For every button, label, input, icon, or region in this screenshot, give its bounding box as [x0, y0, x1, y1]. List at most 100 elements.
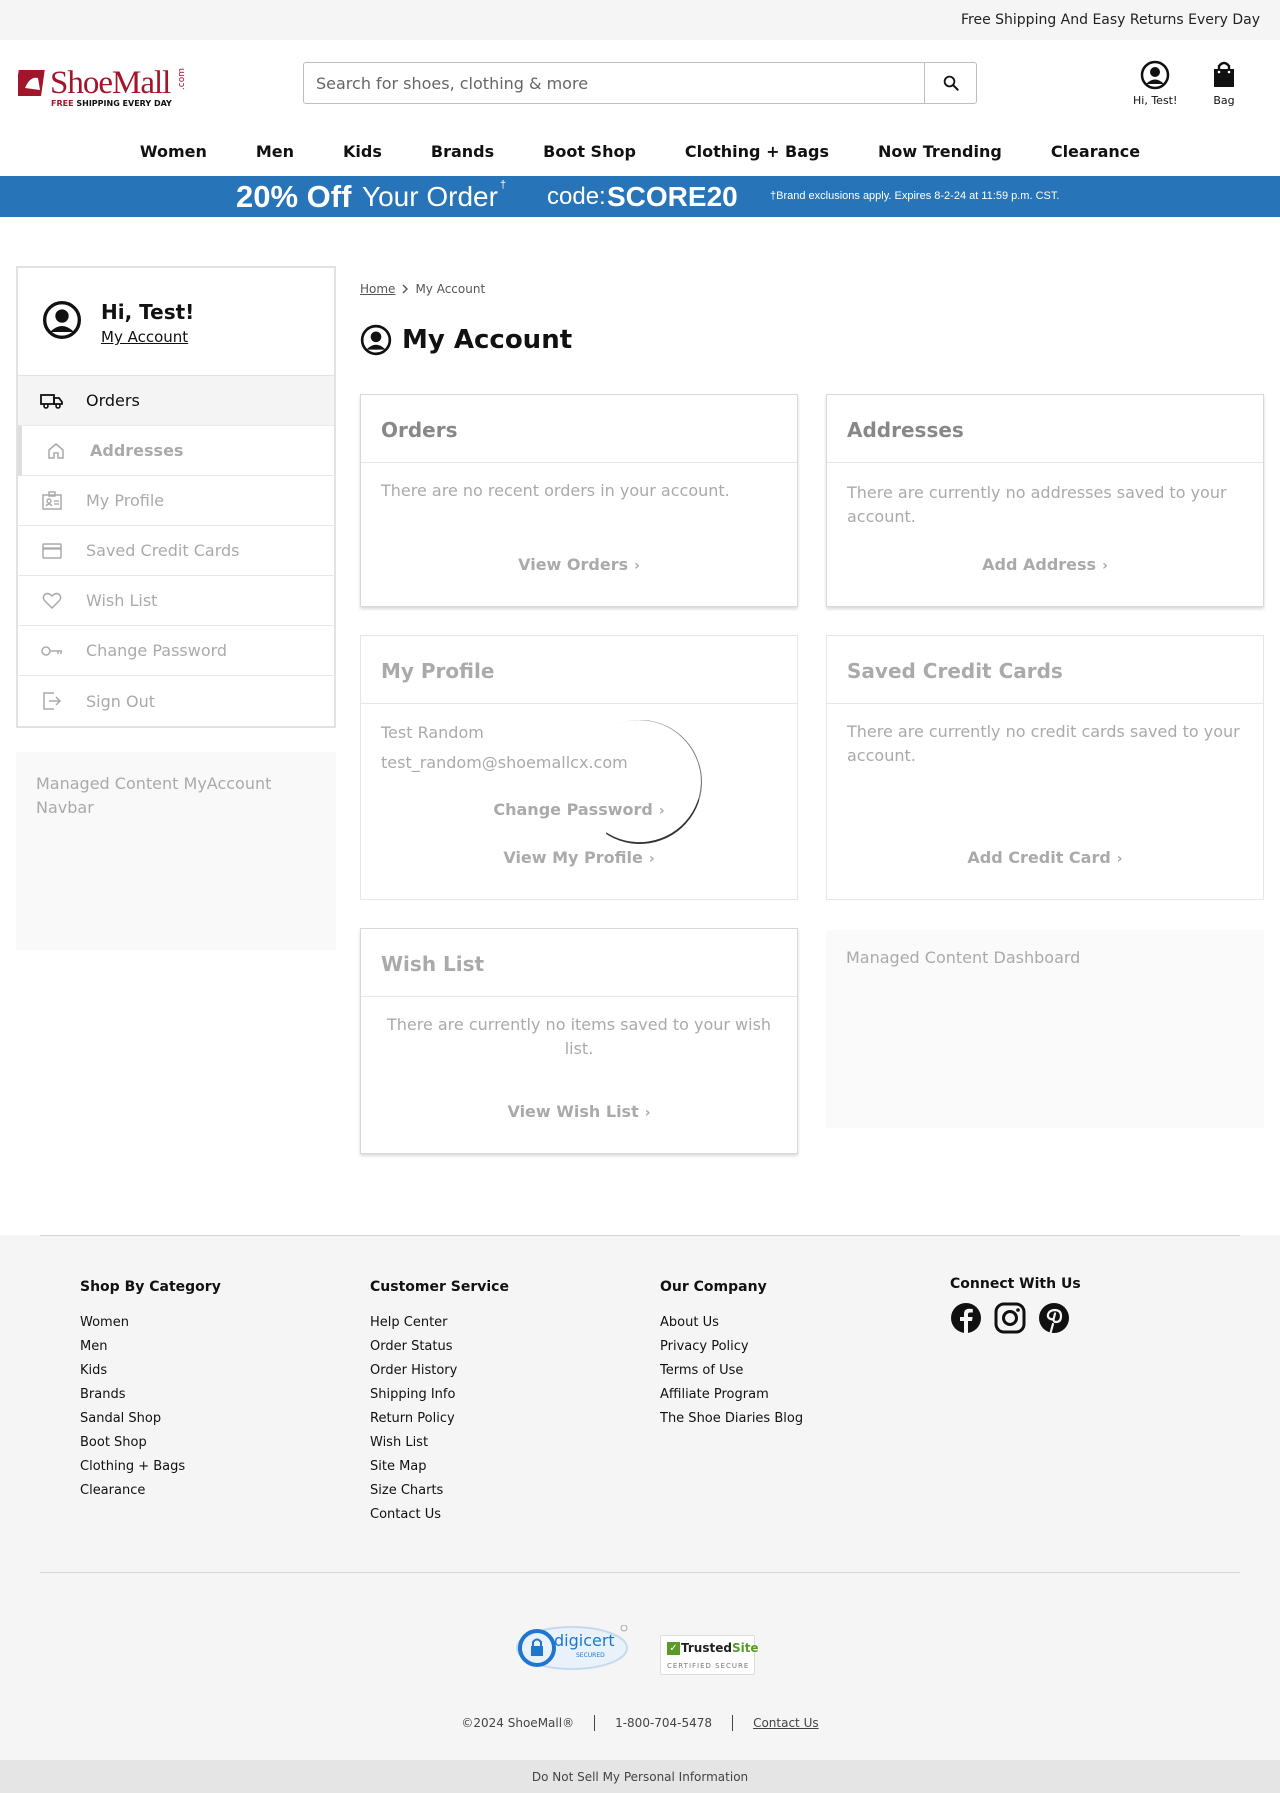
footer-link[interactable]: Brands — [80, 1383, 221, 1407]
digicert-text: digicert — [554, 1631, 615, 1650]
card-body: There are currently no credit cards save… — [847, 722, 1240, 765]
breadcrumb-home[interactable]: Home — [360, 282, 395, 296]
footer-link[interactable]: Affiliate Program — [660, 1383, 803, 1407]
footer-col-our-company: Our Company About Us Privacy Policy Term… — [660, 1279, 803, 1431]
instagram-icon[interactable] — [994, 1302, 1026, 1334]
footer-link[interactable]: Order History — [370, 1359, 509, 1383]
footer-col-title: Customer Service — [370, 1279, 509, 1295]
footer-link[interactable]: Wish List — [370, 1431, 509, 1455]
sidebar-greeting: Hi, Test! — [101, 300, 195, 324]
shoemall-logo[interactable]: ShoeMall .com FREE SHIPPING EVERY DAY — [18, 66, 187, 110]
view-my-profile-link[interactable]: View My Profile › — [361, 848, 797, 867]
shopping-bag-icon — [1214, 61, 1234, 87]
pinterest-icon[interactable] — [1038, 1302, 1070, 1334]
footer-link[interactable]: Clothing + Bags — [80, 1455, 221, 1479]
footer-link[interactable]: Contact Us — [370, 1503, 509, 1527]
nav-clearance[interactable]: Clearance — [1026, 142, 1164, 161]
shipping-message: Free Shipping And Easy Returns Every Day — [960, 12, 1260, 28]
logo-tag-free: FREE — [51, 99, 74, 108]
nav-women[interactable]: Women — [115, 142, 231, 161]
search-input[interactable] — [304, 63, 924, 103]
nav-now-trending[interactable]: Now Trending — [854, 142, 1027, 161]
truck-icon — [40, 393, 63, 409]
footer-link[interactable]: Site Map — [370, 1455, 509, 1479]
facebook-icon[interactable] — [950, 1302, 982, 1334]
do-not-sell-link[interactable]: Do Not Sell My Personal Information — [532, 1770, 748, 1784]
footer-link[interactable]: Clearance — [80, 1479, 221, 1503]
do-not-sell-bar[interactable]: Do Not Sell My Personal Information — [0, 1760, 1280, 1793]
footer-col-title: Connect With Us — [950, 1276, 1081, 1292]
card-title: Wish List — [361, 929, 797, 997]
footer-link[interactable]: Help Center — [370, 1311, 509, 1335]
contact-us-link[interactable]: Contact Us — [753, 1716, 819, 1730]
view-orders-link[interactable]: View Orders › — [361, 555, 797, 574]
trustedsite-sub: CERTIFIED SECURE — [667, 1662, 750, 1670]
view-wish-list-link[interactable]: View Wish List › — [361, 1102, 797, 1121]
heart-icon — [42, 592, 62, 609]
site-header: ShoeMall .com FREE SHIPPING EVERY DAY Hi… — [0, 40, 1280, 126]
bag-button[interactable]: Bag — [1211, 60, 1237, 107]
sidebar-item-wish-list[interactable]: Wish List — [18, 576, 334, 626]
footer-link[interactable]: Privacy Policy — [660, 1335, 803, 1359]
managed-content-dashboard: Managed Content Dashboard — [826, 930, 1264, 1128]
footer-link[interactable]: Men — [80, 1335, 221, 1359]
promo-dagger: † — [500, 179, 507, 191]
footer-link[interactable]: Boot Shop — [80, 1431, 221, 1455]
link-label: View Orders — [518, 555, 629, 574]
sidebar-item-label: Orders — [86, 391, 140, 410]
trustedsite-seal[interactable]: ✓ TrustedSite CERTIFIED SECURE — [660, 1635, 759, 1675]
add-credit-card-link[interactable]: Add Credit Card › — [827, 848, 1263, 867]
sidebar-item-change-password[interactable]: Change Password — [18, 626, 334, 676]
change-password-link[interactable]: Change Password › — [361, 800, 797, 819]
trust-badges: digicert SECURED ✓ TrustedSite CERTIFIED… — [0, 1624, 1280, 1675]
sidebar-item-addresses[interactable]: Addresses — [18, 426, 334, 476]
link-label: View My Profile — [503, 848, 643, 867]
footer-link[interactable]: Order Status — [370, 1335, 509, 1359]
footer-link[interactable]: Sandal Shop — [80, 1407, 221, 1431]
logo-tag-rest: SHIPPING EVERY DAY — [76, 99, 172, 108]
footer-link[interactable]: Women — [80, 1311, 221, 1335]
shoemall-logo-icon — [18, 70, 45, 96]
sidebar-item-orders[interactable]: Orders — [18, 376, 334, 426]
footer-link[interactable]: About Us — [660, 1311, 803, 1335]
trustedsite-name-a: Trusted — [681, 1641, 732, 1655]
card-title: Addresses — [827, 395, 1263, 463]
sidebar-item-my-profile[interactable]: My Profile — [18, 476, 334, 526]
promo-banner[interactable]: 20% Off Your Order † code: SCORE20 †Bran… — [0, 176, 1280, 217]
card-body: There are currently no addresses saved t… — [847, 483, 1227, 526]
sidebar-item-label: Change Password — [86, 641, 228, 660]
add-address-link[interactable]: Add Address › — [827, 555, 1263, 574]
wish-list-card: Wish List There are currently no items s… — [360, 928, 798, 1154]
nav-men[interactable]: Men — [231, 142, 318, 161]
card-title: Orders — [361, 395, 797, 463]
nav-boot-shop[interactable]: Boot Shop — [519, 142, 661, 161]
digicert-seal[interactable]: digicert SECURED — [514, 1624, 630, 1675]
bag-label: Bag — [1213, 94, 1235, 107]
footer-link[interactable]: Size Charts — [370, 1479, 509, 1503]
breadcrumb: Home My Account — [360, 282, 485, 296]
footer-link[interactable]: The Shoe Diaries Blog — [660, 1407, 803, 1431]
nav-clothing-bags[interactable]: Clothing + Bags — [660, 142, 853, 161]
search-icon — [943, 75, 959, 91]
sidebar-header: Hi, Test! My Account — [18, 268, 334, 376]
account-button[interactable]: Hi, Test! — [1133, 60, 1177, 107]
footer-link[interactable]: Kids — [80, 1359, 221, 1383]
sidebar-item-saved-credit-cards[interactable]: Saved Credit Cards — [18, 526, 334, 576]
sidebar-my-account-link[interactable]: My Account — [101, 328, 188, 346]
footer-link[interactable]: Return Policy — [370, 1407, 509, 1431]
sidebar-item-label: Sign Out — [86, 691, 155, 711]
nav-brands[interactable]: Brands — [406, 142, 518, 161]
phone-number[interactable]: 1-800-704-5478 — [615, 1716, 712, 1730]
search-button[interactable] — [924, 63, 976, 103]
promo-off: 20% Off — [236, 179, 352, 214]
nav-kids[interactable]: Kids — [319, 142, 407, 161]
footer-link[interactable]: Terms of Use — [660, 1359, 803, 1383]
card-body: There are currently no items saved to yo… — [386, 1015, 772, 1058]
sidebar-item-sign-out[interactable]: Sign Out — [18, 676, 334, 726]
check-icon: ✓ — [667, 1642, 680, 1655]
orders-card: Orders There are no recent orders in you… — [360, 394, 798, 607]
digicert-sub: SECURED — [576, 1652, 605, 1659]
user-circle-icon — [43, 301, 81, 339]
chevron-right-icon — [402, 284, 409, 294]
footer-link[interactable]: Shipping Info — [370, 1383, 509, 1407]
